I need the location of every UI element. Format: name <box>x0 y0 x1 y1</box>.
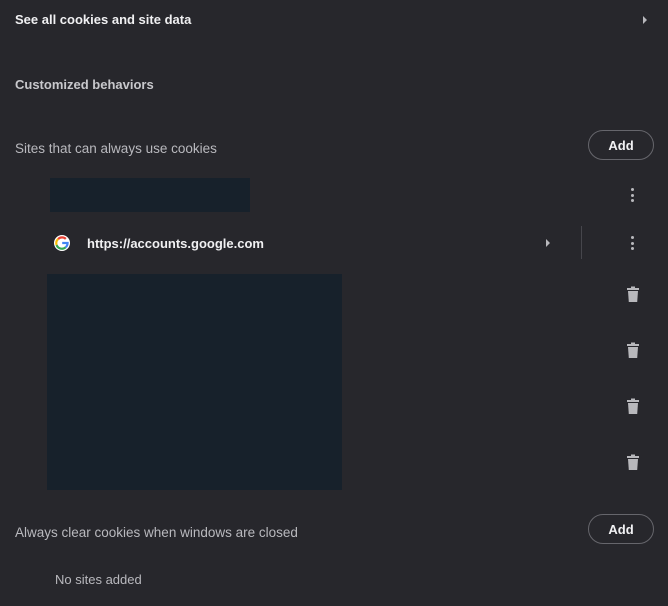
add-allowed-site-button[interactable]: Add <box>588 130 654 160</box>
allow-cookies-heading: Sites that can always use cookies <box>15 141 217 156</box>
more-actions-icon[interactable] <box>626 185 640 205</box>
delete-icon[interactable] <box>626 398 640 416</box>
delete-icon[interactable] <box>626 454 640 472</box>
no-sites-message: No sites added <box>55 572 142 587</box>
separator <box>581 226 582 259</box>
delete-icon[interactable] <box>626 342 640 360</box>
chevron-right-icon <box>643 16 647 24</box>
site-entry-google-accounts[interactable]: https://accounts.google.com <box>48 226 568 260</box>
google-favicon-icon <box>54 235 70 251</box>
add-clear-site-button[interactable]: Add <box>588 514 654 544</box>
more-actions-icon[interactable] <box>626 233 640 253</box>
see-all-cookies-row[interactable]: See all cookies and site data <box>0 0 668 40</box>
site-url: https://accounts.google.com <box>87 236 264 251</box>
redacted-site-list <box>47 274 342 490</box>
delete-icon[interactable] <box>626 286 640 304</box>
chevron-right-icon <box>546 239 550 247</box>
cookie-settings-page: See all cookies and site data Customized… <box>0 0 668 606</box>
clear-on-close-heading: Always clear cookies when windows are cl… <box>15 525 298 540</box>
customized-behaviors-heading: Customized behaviors <box>15 77 154 92</box>
see-all-cookies-label: See all cookies and site data <box>15 12 192 27</box>
redacted-site-entry <box>50 178 250 212</box>
